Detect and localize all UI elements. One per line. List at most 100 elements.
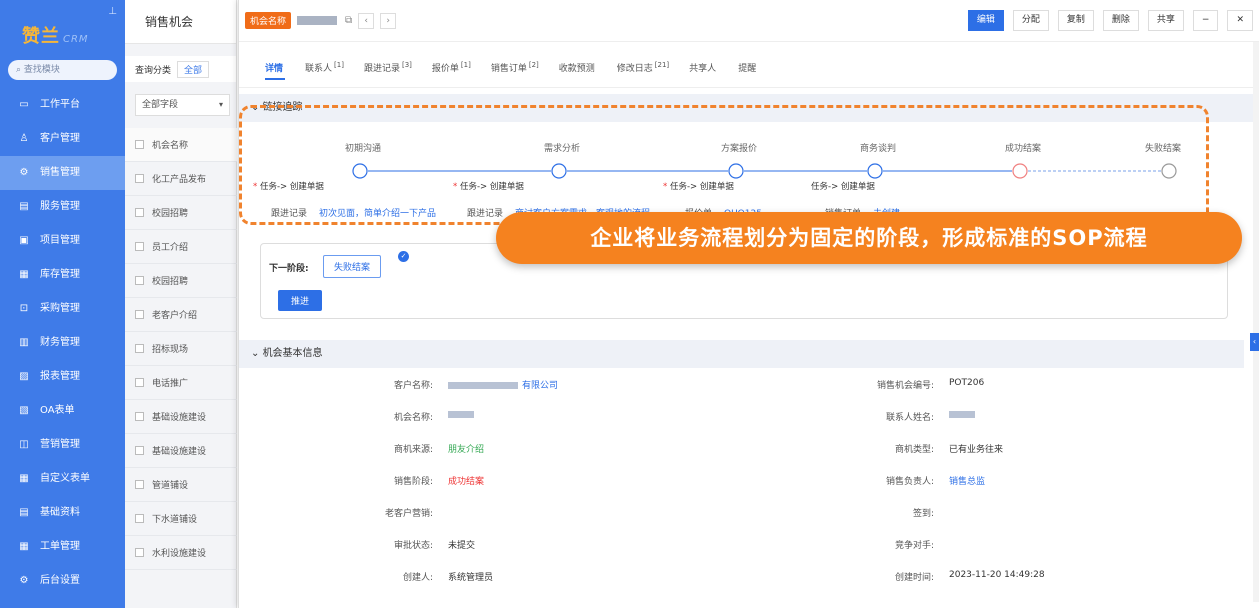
action-button-3[interactable]: 删除 (1102, 10, 1139, 31)
list-item[interactable]: 员工介绍 (125, 230, 237, 264)
collapse-toggle-icon[interactable]: ‹ (1250, 333, 1259, 351)
stage-label[interactable]: 需求分析 (544, 141, 580, 154)
stage-task[interactable]: * 任务-> 创建单据 (663, 180, 734, 192)
pin-icon[interactable]: ⊥ (108, 6, 117, 17)
action-button-6[interactable]: ✕ (1227, 10, 1253, 31)
module-search-input[interactable]: ⌕ 查找模块 (8, 60, 117, 80)
stage-label[interactable]: 成功结案 (1005, 141, 1041, 154)
stage-label[interactable]: 初期沟通 (345, 141, 381, 154)
row-checkbox[interactable] (135, 548, 144, 557)
list-item[interactable]: 招标现场 (125, 332, 237, 366)
sidebar-item-1[interactable]: ♙ 客户管理 (0, 122, 125, 156)
list-item[interactable]: 老客户介绍 (125, 298, 237, 332)
row-checkbox[interactable] (135, 140, 144, 149)
row-checkbox[interactable] (135, 276, 144, 285)
field-select[interactable]: 全部字段 ▾ (135, 94, 230, 116)
info-value (949, 410, 979, 420)
advance-button[interactable]: 推进 (278, 290, 323, 311)
sidebar-item-12[interactable]: ▤ 基础资料 (0, 496, 125, 530)
list-item[interactable]: 校园招聘 (125, 196, 237, 230)
row-checkbox[interactable] (135, 174, 144, 183)
sidebar-item-13[interactable]: ▦ 工单管理 (0, 530, 125, 564)
chevron-down-icon: ▾ (218, 100, 223, 109)
list-item[interactable]: 电话推广 (125, 366, 237, 400)
row-checkbox[interactable] (135, 514, 144, 523)
next-button[interactable]: › (380, 12, 397, 29)
action-button-4[interactable]: 共享 (1147, 10, 1184, 31)
row-checkbox[interactable] (135, 344, 144, 353)
stage-task[interactable]: * 任务-> 创建单据 (453, 180, 524, 192)
list-header[interactable]: 机会名称 (125, 128, 237, 162)
filter-select[interactable]: 全部 (177, 60, 210, 78)
info-key: 签到: (912, 509, 934, 519)
info-row: 客户名称: 有限公司 销售机会编号: POT206 (239, 368, 1244, 400)
sidebar-item-3[interactable]: ▤ 服务管理 (0, 190, 125, 224)
tab-1[interactable]: 联系人 [1] (305, 42, 344, 88)
tab-2[interactable]: 跟进记录 [3] (364, 42, 412, 88)
sidebar-item-10[interactable]: ◫ 营销管理 (0, 428, 125, 462)
info-row: 销售阶段: 成功结案 销售负责人: 销售总监 (239, 464, 1244, 496)
row-checkbox[interactable] (135, 412, 144, 421)
list-item[interactable]: 基础设施建设 (125, 434, 237, 468)
stage-label[interactable]: 方案报价 (721, 141, 757, 154)
list-item[interactable]: 校园招聘 (125, 264, 237, 298)
list-item[interactable]: 化工产品发布 (125, 162, 237, 196)
sidebar-item-label: 销售管理 (40, 167, 80, 178)
tab-8[interactable]: 提醒 (738, 42, 758, 88)
app-root: 赞兰 CRM ⊥ ⌕ 查找模块 ▭ 工作平台 ♙ 客户管理 ⚙ 销售管理 ▤ 服务管理 ▣ 项目管理… (0, 0, 1259, 608)
sidebar-item-8[interactable]: ▨ 报表管理 (0, 360, 125, 394)
row-checkbox[interactable] (135, 310, 144, 319)
sidebar-item-5[interactable]: ▦ 库存管理 (0, 258, 125, 292)
sidebar-item-label: 基础资料 (40, 507, 80, 518)
stage-link-type: 跟进记录 (467, 209, 504, 219)
tab-6[interactable]: 修改日志 [21] (617, 42, 669, 88)
stage-task[interactable]: 任务-> 创建单据 (811, 180, 875, 192)
info-value[interactable]: 有限公司 (448, 378, 558, 391)
action-button-2[interactable]: 复制 (1057, 10, 1094, 31)
sidebar-item-11[interactable]: ▦ 自定义表单 (0, 462, 125, 496)
copy-icon[interactable]: ⧉ (345, 15, 352, 26)
info-value: 朋友介绍 (448, 445, 485, 455)
list-item[interactable]: 下水道铺设 (125, 502, 237, 536)
tab-3[interactable]: 报价单 [1] (432, 42, 471, 88)
sidebar-menu: ▭ 工作平台 ♙ 客户管理 ⚙ 销售管理 ▤ 服务管理 ▣ 项目管理 ▦ 库存管理 ⊡ 采购管理 ▥ 财务管理… (0, 88, 125, 598)
stage-node-icon (1161, 163, 1177, 179)
stage-label[interactable]: 失败结案 (1145, 141, 1181, 154)
grid-icon: ▦ (19, 541, 29, 552)
sidebar-item-0[interactable]: ▭ 工作平台 (0, 88, 125, 122)
row-checkbox[interactable] (135, 446, 144, 455)
info-row: 审批状态: 未提交 竞争对手: (239, 528, 1244, 560)
tab-7[interactable]: 共享人 (689, 42, 718, 88)
stage-task[interactable]: * 任务-> 创建单据 (253, 180, 324, 192)
tab-4[interactable]: 销售订单 [2] (491, 42, 539, 88)
action-button-5[interactable]: − (1192, 10, 1219, 31)
prev-button[interactable]: ‹ (358, 12, 375, 29)
row-checkbox[interactable] (135, 480, 144, 489)
sidebar-item-2[interactable]: ⚙ 销售管理 (0, 156, 125, 190)
tab-0[interactable]: 详情 (265, 42, 286, 88)
sidebar-item-4[interactable]: ▣ 项目管理 (0, 224, 125, 258)
stage-label[interactable]: 商务谈判 (860, 141, 896, 154)
sidebar-item-label: 财务管理 (40, 337, 80, 348)
settings-icon: ⚙ (19, 575, 29, 586)
list-item[interactable]: 管道铺设 (125, 468, 237, 502)
scrollbar[interactable] (1253, 42, 1259, 602)
list-item[interactable]: 水利设施建设 (125, 536, 237, 570)
sidebar-item-7[interactable]: ▥ 财务管理 (0, 326, 125, 360)
list-item[interactable]: 基础设施建设 (125, 400, 237, 434)
info-key: 销售负责人: (885, 477, 934, 487)
tab-5[interactable]: 收款预测 (559, 42, 597, 88)
row-checkbox[interactable] (135, 242, 144, 251)
stage-link[interactable]: 初次见面，简单介绍一下产品 (319, 209, 436, 219)
action-button-0[interactable]: 编辑 (967, 10, 1004, 31)
sidebar-item-6[interactable]: ⊡ 采购管理 (0, 292, 125, 326)
row-checkbox[interactable] (135, 208, 144, 217)
action-button-1[interactable]: 分配 (1012, 10, 1049, 31)
row-checkbox[interactable] (135, 378, 144, 387)
filter-label: 查询分类 (135, 65, 172, 76)
info-value[interactable]: 销售总监 (949, 474, 985, 487)
section-basic-header[interactable]: ⌄ 机会基本信息 (239, 340, 1244, 368)
sidebar-item-14[interactable]: ⚙ 后台设置 (0, 564, 125, 598)
sidebar-item-9[interactable]: ▧ OA表单 (0, 394, 125, 428)
next-stage-option[interactable]: 失败结案 (323, 255, 382, 278)
